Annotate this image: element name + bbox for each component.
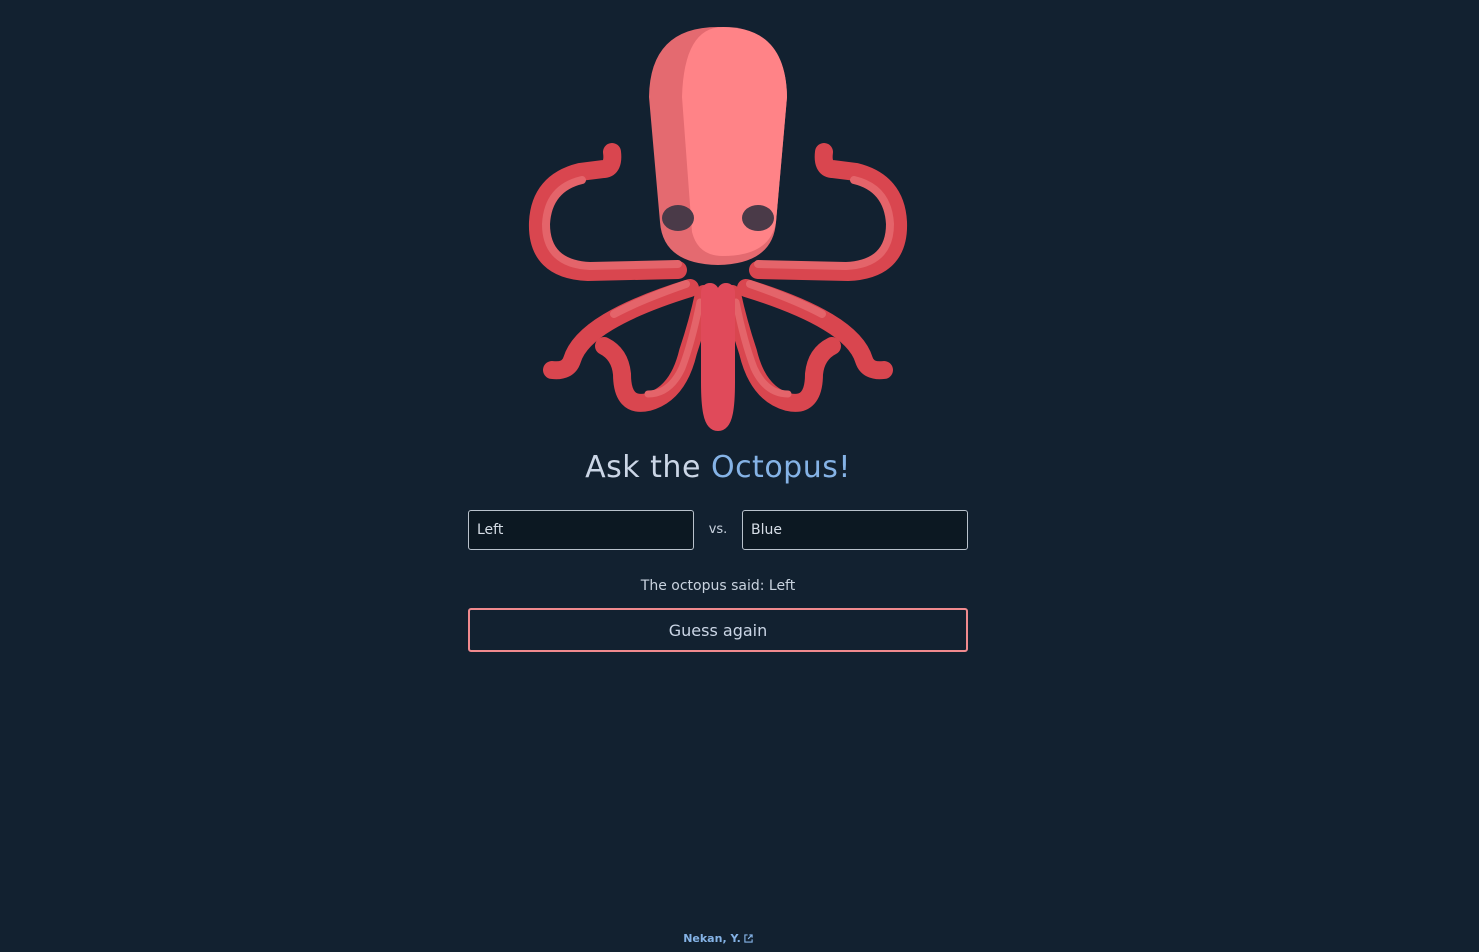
app-page: Ask the Octopus! vs. The octopus said: L… xyxy=(0,0,1479,952)
external-link-icon xyxy=(744,934,753,943)
page-title: Ask the Octopus! xyxy=(0,446,1436,490)
right-option-input[interactable] xyxy=(742,510,968,550)
title-accent: Octopus! xyxy=(710,450,851,485)
guess-again-button[interactable]: Guess again xyxy=(468,608,968,652)
author-link-label: Nekan, Y. xyxy=(683,932,741,945)
left-option-input[interactable] xyxy=(468,510,694,550)
title-prefix: Ask the xyxy=(585,450,701,485)
octopus-result-text: The octopus said: Left xyxy=(640,578,796,594)
vs-separator: vs. xyxy=(708,522,728,537)
footer: Nekan, Y. xyxy=(0,930,1436,948)
author-link[interactable]: Nekan, Y. xyxy=(683,932,753,945)
octopus-illustration xyxy=(528,27,908,432)
